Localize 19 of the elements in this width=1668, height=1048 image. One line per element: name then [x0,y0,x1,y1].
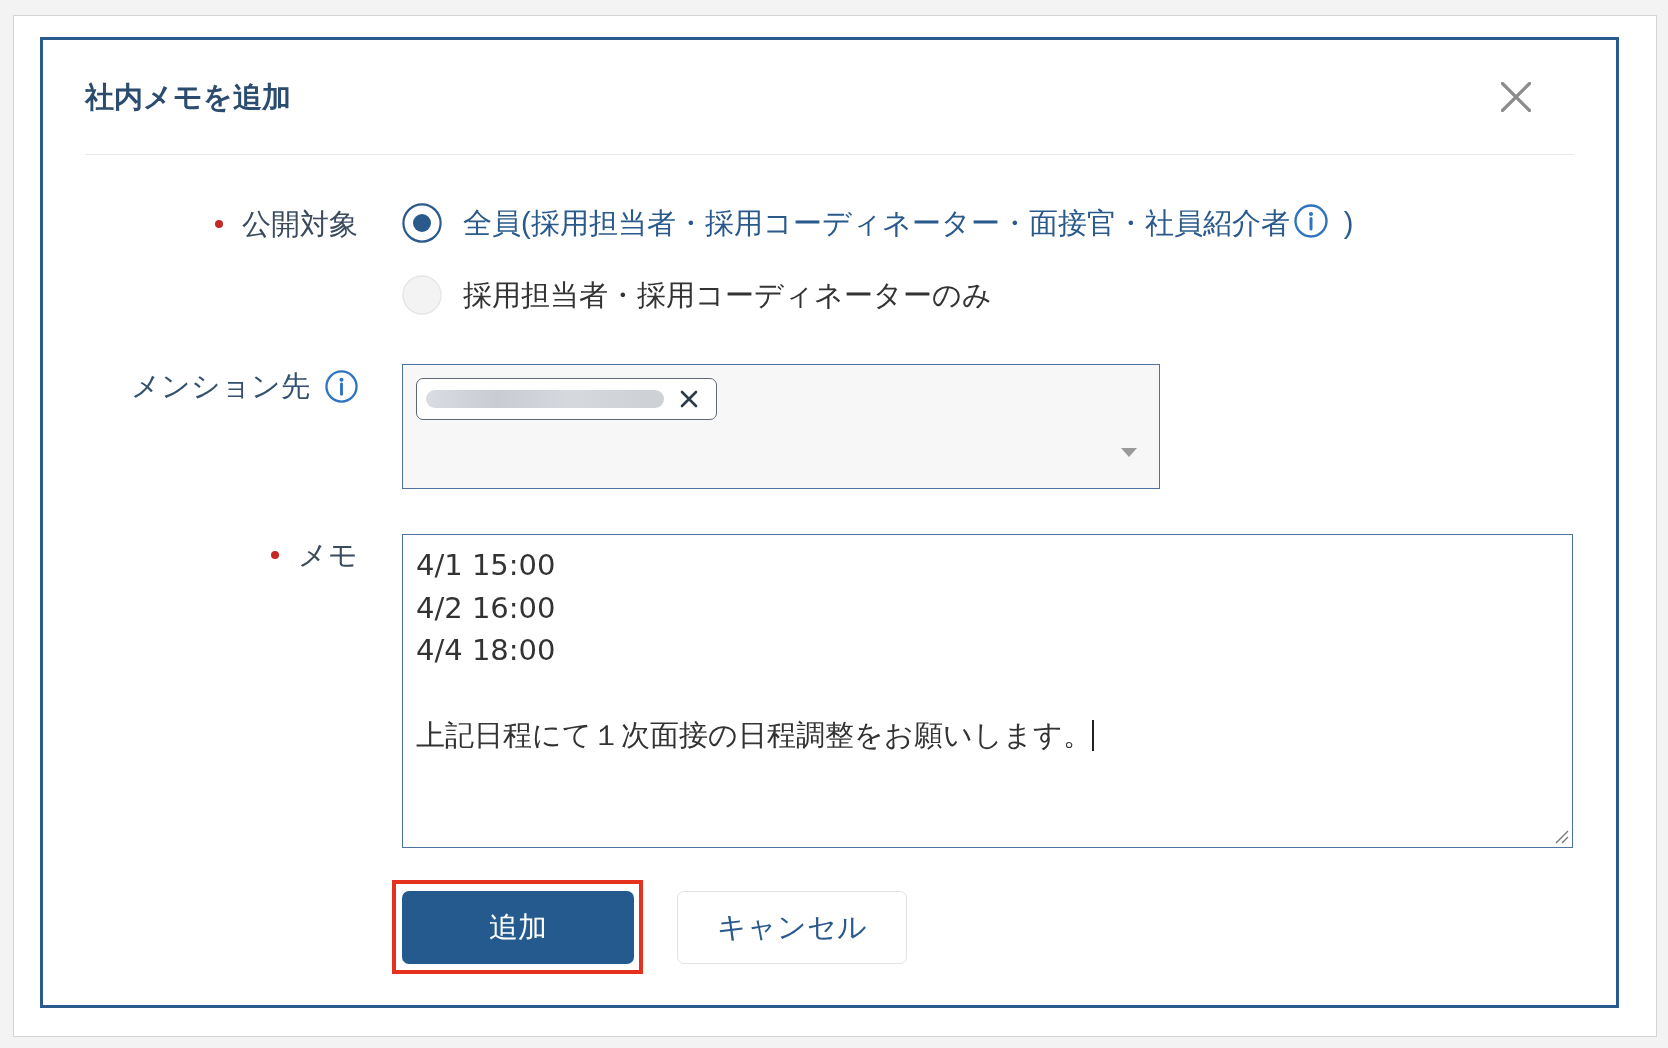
add-button[interactable]: 追加 [402,891,634,964]
field-label: 公開対象 [242,207,358,242]
close-button[interactable] [1501,82,1531,112]
mention-select[interactable] [402,364,1160,489]
field-label: メンション先 [131,369,310,404]
option-label-end: ) [1343,206,1354,241]
radio-button[interactable] [402,203,442,243]
info-icon[interactable] [325,369,358,403]
info-icon[interactable] [1293,204,1328,238]
remove-icon[interactable] [680,390,698,408]
field-label: メモ [298,538,358,573]
option-label[interactable]: 採用担当者・採用コーディネーターのみ [463,277,992,313]
resize-handle-icon[interactable] [1555,830,1569,844]
cancel-button[interactable]: キャンセル [677,891,907,964]
dialog-title: 社内メモを追加 [85,80,291,115]
close-icon [1501,82,1531,112]
memo-textarea[interactable]: 4/1 15:00 4/2 16:00 4/4 18:00 上記日程にて１次面接の日程調整をお願いします。 [402,534,1573,848]
option-label[interactable]: 全員(採用担当者・採用コーディネーター・面接官・社員紹介者 [463,205,1290,241]
caret-icon [1121,448,1137,457]
